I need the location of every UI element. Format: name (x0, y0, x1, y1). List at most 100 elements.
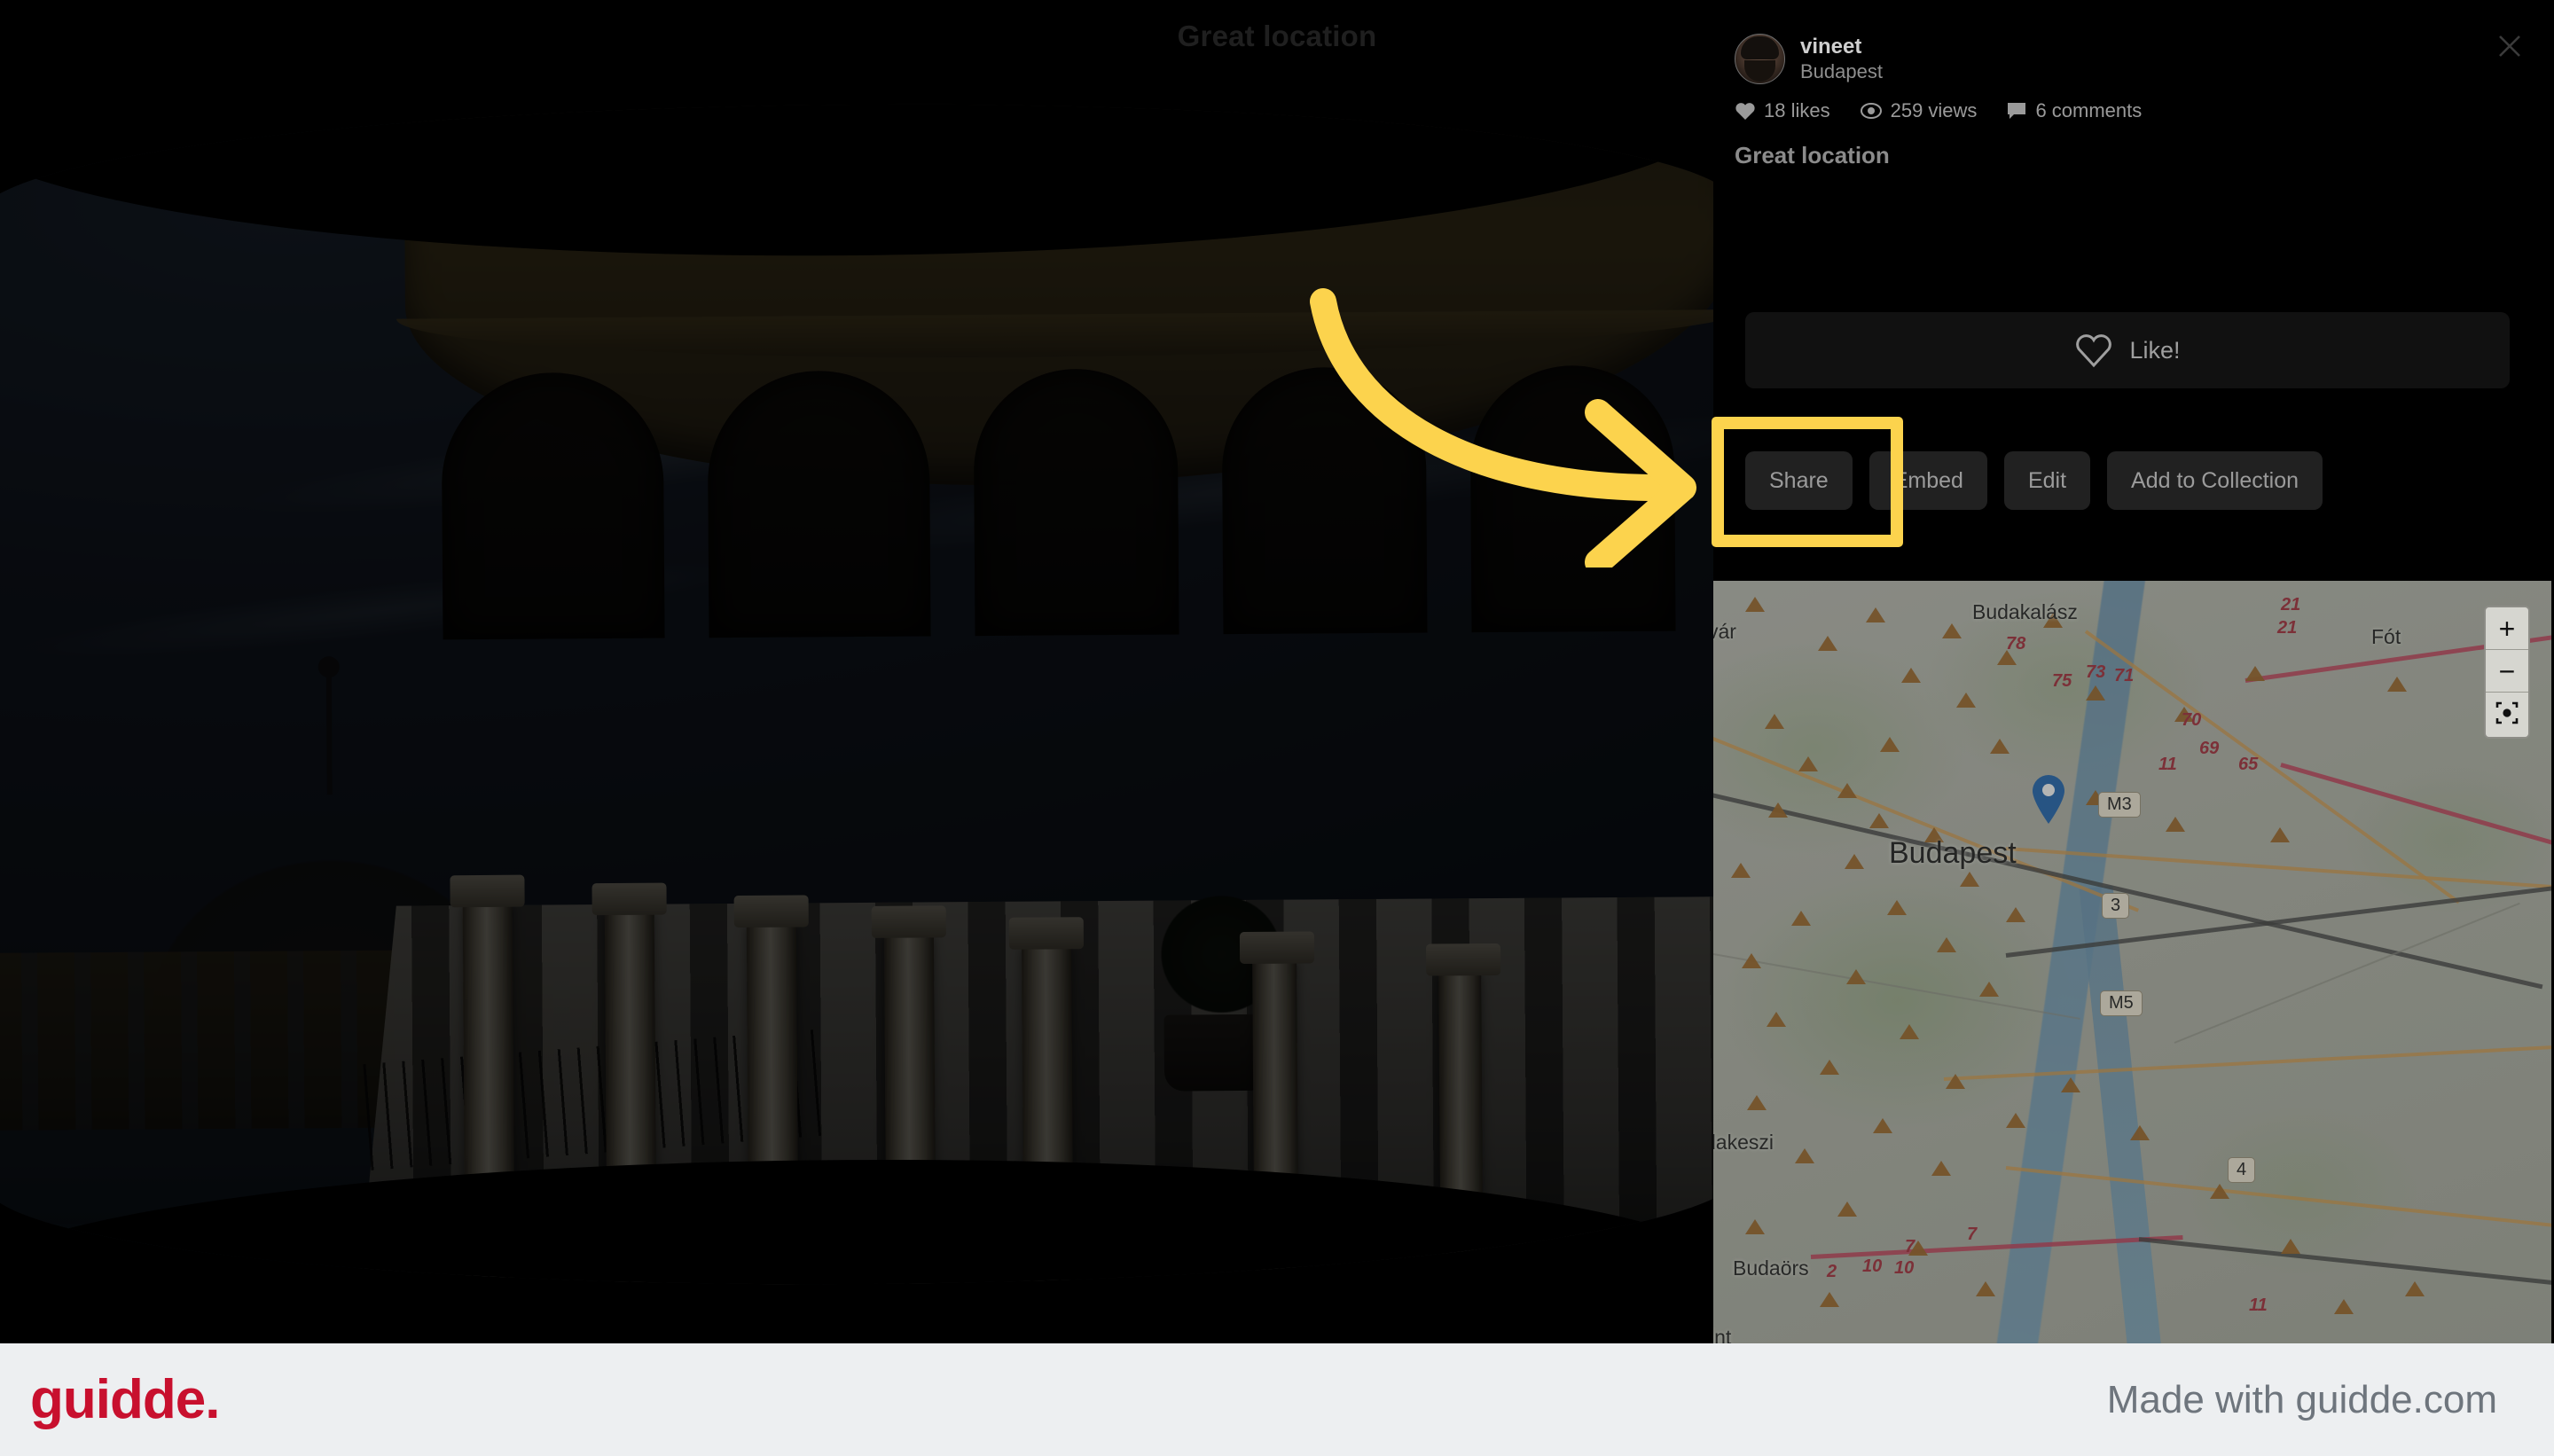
hill-marker (1747, 1095, 1767, 1110)
heart-outline-icon (2076, 334, 2112, 368)
zoom-in-button[interactable]: + (2486, 607, 2528, 650)
comments-stat: 6 comments (2006, 99, 2142, 122)
hill-marker (1931, 1161, 1951, 1176)
user-row[interactable]: vineet Budapest (1735, 34, 1883, 84)
hill-marker (2086, 685, 2105, 701)
arch (973, 368, 1179, 637)
hill-marker (1768, 802, 1788, 818)
hill-marker (1960, 872, 1979, 887)
hill-marker (2130, 1125, 2150, 1140)
hill-marker (1887, 900, 1907, 915)
hill-marker (1880, 737, 1900, 752)
fullscreen-button[interactable] (2486, 693, 2528, 737)
close-button[interactable] (2490, 27, 2529, 66)
hill-marker (2210, 1184, 2229, 1199)
hill-marker (1820, 1292, 1839, 1307)
hill-marker (2387, 677, 2407, 692)
location-map[interactable]: vár Budakalász Fót dakeszi Budaörs int B… (1713, 581, 2551, 1343)
map-label: vár (1713, 620, 1736, 643)
arch (707, 370, 931, 638)
hill-marker (1956, 693, 1976, 708)
detail-title: Great location (1735, 142, 1890, 168)
user-name[interactable]: vineet (1800, 35, 1883, 59)
map-zoom-controls[interactable]: + − (2484, 606, 2530, 739)
hill-marker (1767, 1012, 1786, 1027)
arch (441, 372, 665, 640)
road-number: 70 (2182, 710, 2202, 730)
panorama-photo[interactable] (0, 98, 1713, 1290)
likes-stat: 18 likes (1735, 99, 1830, 122)
heart-icon (1735, 103, 1755, 120)
hill-marker (1901, 668, 1921, 683)
route-shield: M3 (2098, 792, 2141, 818)
hill-marker (2006, 1113, 2025, 1128)
hill-marker (1979, 982, 1999, 997)
close-icon (2499, 35, 2520, 57)
embed-button[interactable]: Embed (1868, 451, 1987, 510)
hill-marker (1990, 739, 2010, 754)
location-pin[interactable] (2029, 772, 2068, 826)
map-label: Budakalász (1972, 600, 2078, 623)
likes-label: 18 likes (1764, 99, 1830, 121)
map-pin-icon (2033, 775, 2064, 824)
hill-marker (1742, 953, 1761, 968)
hill-marker (1976, 1281, 1995, 1296)
hill-marker (2166, 817, 2185, 832)
hill-marker (2245, 666, 2265, 681)
views-stat: 259 views (1860, 99, 1978, 122)
avatar-beard (1744, 60, 1775, 82)
hill-marker (1846, 969, 1866, 984)
road-number: 73 (2086, 662, 2106, 682)
hill-marker (1837, 783, 1857, 798)
map-city-label: Budapest (1889, 836, 2017, 870)
edit-button[interactable]: Edit (2003, 451, 2091, 510)
hill-marker (1798, 756, 1818, 771)
hill-marker (2281, 1239, 2300, 1254)
add-to-collection-button[interactable]: Add to Collection (2107, 451, 2323, 510)
hill-marker (1745, 597, 1765, 612)
hill-marker (1900, 1024, 1919, 1039)
made-with-label: Made with guidde.com (2106, 1377, 2497, 1421)
road-number: 21 (2277, 618, 2298, 638)
app-root: Great location a. 17 vineet Budapest 18 … (0, 0, 2554, 1456)
hill-marker (1946, 1074, 1965, 1089)
stats-row: 18 likes 259 views 6 comments (1735, 99, 2142, 122)
map-label: dakeszi (1713, 1131, 1774, 1154)
detail-panel: vineet Budapest 18 likes 259 views 6 com… (1713, 0, 2554, 1343)
route-shield: M5 (2100, 990, 2143, 1016)
comment-icon (2008, 103, 2026, 119)
road-number: 10 (1894, 1258, 1915, 1278)
hill-marker (1837, 1202, 1857, 1217)
road-number: 71 (2114, 666, 2135, 685)
arcade-arches (441, 364, 1702, 666)
share-button[interactable]: Share (1745, 451, 1853, 510)
hill-marker (2334, 1299, 2354, 1314)
views-label: 259 views (1890, 99, 1978, 121)
route-shield: 3 (2102, 893, 2130, 919)
hill-marker (2405, 1281, 2425, 1296)
hill-marker (1820, 1060, 1839, 1075)
photo-viewer[interactable] (0, 0, 1713, 1343)
hill-marker (1873, 1118, 1892, 1133)
guidde-logo: guidde. (30, 1369, 220, 1430)
hill-marker (1942, 623, 1962, 638)
road-number: 21 (2281, 595, 2301, 614)
like-button[interactable]: Like! (1745, 312, 2510, 388)
arch (1221, 366, 1428, 635)
hill-marker (2061, 1077, 2080, 1092)
road-number: 11 (2249, 1296, 2268, 1315)
zoom-out-button[interactable]: − (2486, 650, 2528, 693)
hill-marker (1791, 911, 1811, 926)
avatar[interactable] (1735, 34, 1785, 84)
hill-marker (1869, 813, 1889, 828)
action-buttons-row: Share Embed Edit Add to Collection (1745, 451, 2323, 510)
fullscreen-icon (2495, 701, 2519, 724)
avatar-hair (1741, 36, 1779, 59)
road-number: 65 (2238, 755, 2259, 774)
road-number: 11 (2158, 755, 2177, 774)
road-number: 7 (1905, 1237, 1916, 1256)
road-number: 10 (1862, 1256, 1883, 1276)
footer-bar: guidde. Made with guidde.com (0, 1343, 2554, 1456)
arch (1469, 364, 1676, 633)
hill-marker (2006, 907, 2025, 922)
